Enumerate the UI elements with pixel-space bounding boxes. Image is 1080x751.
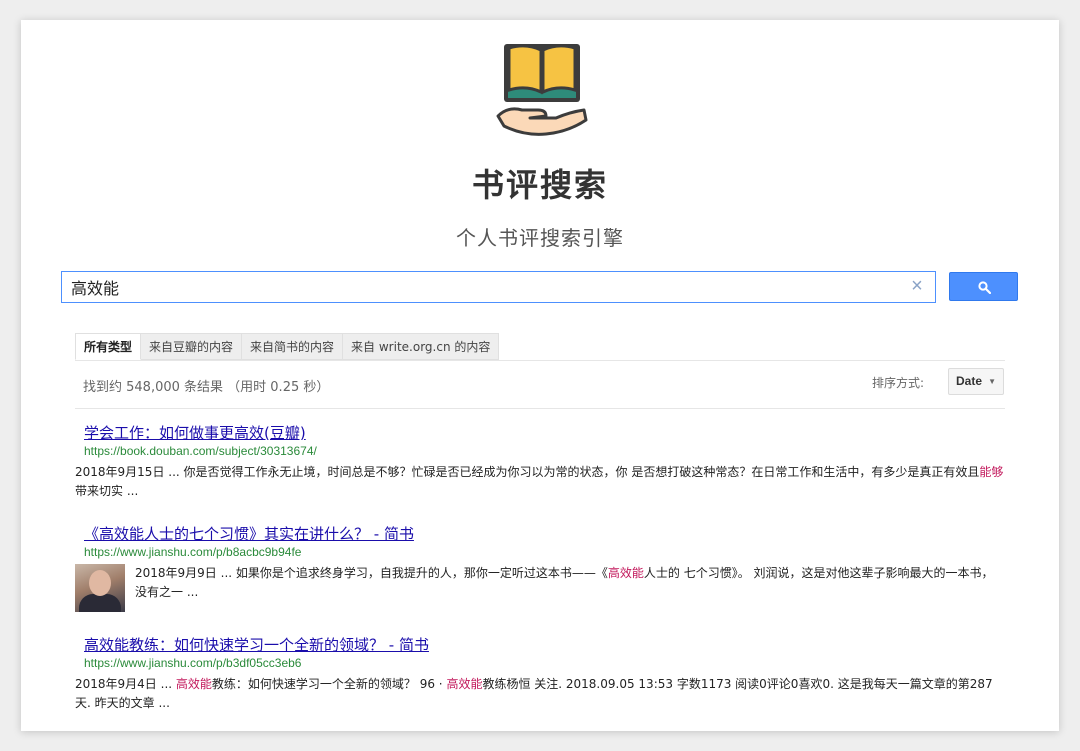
book-in-hand-icon xyxy=(494,40,590,136)
page-title: 书评搜索 xyxy=(471,166,608,204)
snippet-text: 教练：如何快速学习一个全新的领域？ 96 · xyxy=(211,677,447,691)
snippet-highlight: 高效能 xyxy=(607,566,644,580)
result-url[interactable]: https://www.jianshu.com/p/b8acbc9b94fe xyxy=(84,545,1005,559)
search-result: 高效能教练：如何快速学习一个全新的领域？ - 简书 https://www.ji… xyxy=(75,634,1005,713)
search-result: 学会工作：如何做事更高效(豆瓣) https://book.douban.com… xyxy=(75,422,1005,501)
tab-jianshu[interactable]: 来自简书的内容 xyxy=(242,333,344,360)
result-snippet: 2018年9月9日 ... 如果你是个追求终身学习，自我提升的人，那你一定听过这… xyxy=(135,564,1005,612)
result-title-link[interactable]: 学会工作：如何做事更高效(豆瓣) xyxy=(84,422,1005,443)
tab-all-types[interactable]: 所有类型 xyxy=(75,333,142,360)
caret-down-icon: ▼ xyxy=(988,377,996,386)
search-button[interactable] xyxy=(949,272,1018,301)
result-snippet: 2018年9月15日 ... 你是否觉得工作永无止境，时间总是不够？忙碌是否已经… xyxy=(75,463,1005,501)
search-icon xyxy=(978,281,991,294)
page-subtitle: 个人书评搜索引擎 xyxy=(456,226,624,250)
result-snippet: 2018年9月4日 ... 高效能教练：如何快速学习一个全新的领域？ 96 · … xyxy=(75,675,1005,713)
snippet-text: 带来切实 ... xyxy=(75,484,139,498)
sort-label: 排序方式: xyxy=(872,376,925,390)
tab-write-org[interactable]: 来自 write.org.cn 的内容 xyxy=(343,333,500,360)
search-input[interactable] xyxy=(62,272,902,302)
sort-selected-value: Date xyxy=(956,374,983,388)
result-title-link[interactable]: 高效能教练：如何快速学习一个全新的领域？ - 简书 xyxy=(84,634,1005,655)
clear-icon[interactable]: × xyxy=(907,276,927,296)
info-divider xyxy=(75,408,1005,409)
snippet-highlight: 高效能 xyxy=(175,677,212,691)
tab-douban[interactable]: 来自豆瓣的内容 xyxy=(141,333,243,360)
result-url[interactable]: https://www.jianshu.com/p/b3df05cc3eb6 xyxy=(84,656,1005,670)
search-result: 《高效能人士的七个习惯》其实在讲什么？ - 简书 https://www.jia… xyxy=(75,523,1005,612)
result-type-tabs: 所有类型 来自豆瓣的内容 来自简书的内容 来自 write.org.cn 的内容 xyxy=(75,333,500,360)
snippet-text: 2018年9月4日 ... xyxy=(75,677,176,691)
snippet-highlight: 高效能 xyxy=(446,677,483,691)
result-count: 找到约 548,000 条结果 （用时 0.25 秒） xyxy=(83,380,330,395)
search-box: × xyxy=(61,271,936,303)
snippet-text: 2018年9月15日 ... 你是否觉得工作永无止境，时间总是不够？忙碌是否已经… xyxy=(75,465,980,479)
result-url[interactable]: https://book.douban.com/subject/30313674… xyxy=(84,444,1005,458)
snippet-highlight: 能够 xyxy=(979,465,1004,479)
tabs-divider xyxy=(75,360,1005,361)
result-thumbnail[interactable] xyxy=(75,564,125,612)
snippet-text: 2018年9月9日 ... 如果你是个追求终身学习，自我提升的人，那你一定听过这… xyxy=(135,566,608,580)
search-page-card: 书评搜索 个人书评搜索引擎 × 所有类型 来自豆瓣的内容 来自简书的内容 来自 … xyxy=(21,20,1059,731)
sort-dropdown[interactable]: Date ▼ xyxy=(948,368,1004,395)
result-title-link[interactable]: 《高效能人士的七个习惯》其实在讲什么？ - 简书 xyxy=(84,523,1005,544)
